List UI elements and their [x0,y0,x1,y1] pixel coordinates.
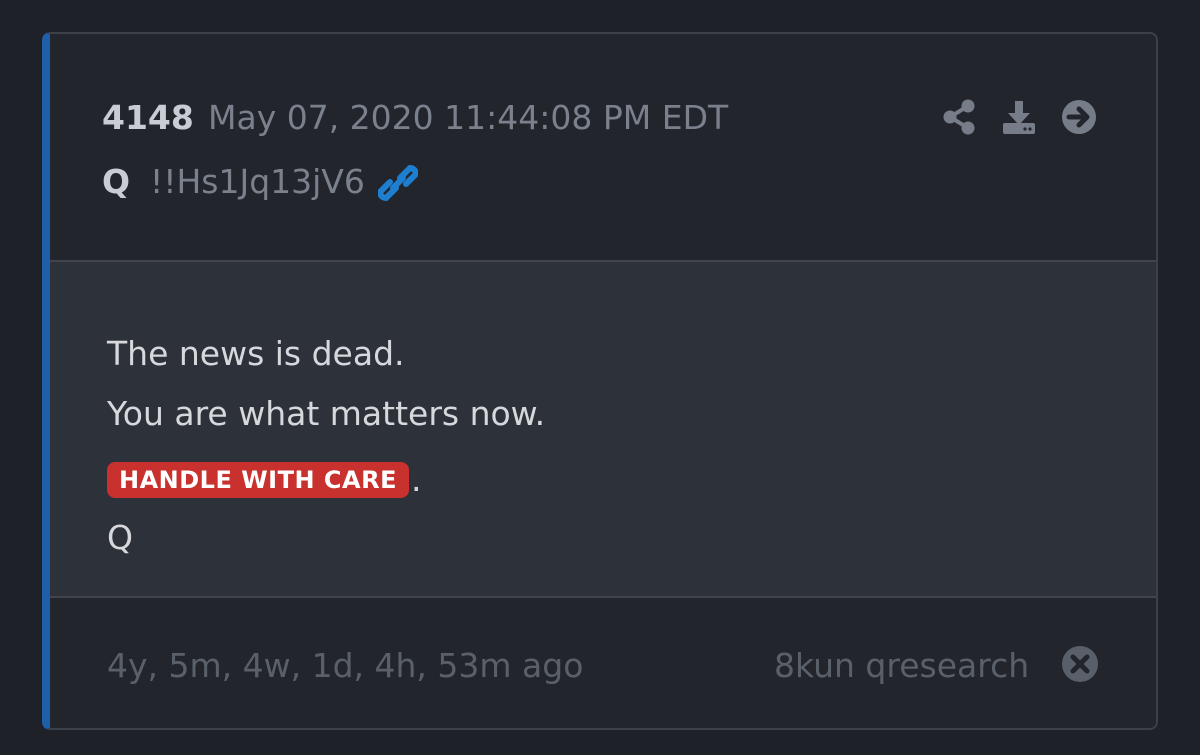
close-circle-icon[interactable] [1060,644,1100,684]
post-card: 4148 May 07, 2020 11:44:08 PM EDT Q !!Hs… [42,32,1158,730]
highlight-tag: HANDLE WITH CARE [107,461,409,498]
post-age: 4y, 5m, 4w, 1d, 4h, 53m ago [107,646,584,685]
post-header: 4148 May 07, 2020 11:44:08 PM EDT Q !!Hs… [50,34,1156,262]
tag-suffix: . [411,460,422,499]
post-text-line: You are what matters now. [107,394,546,433]
post-number[interactable]: 4148 [102,98,194,137]
post-footer: 4y, 5m, 4w, 1d, 4h, 53m ago 8kun qresear… [50,598,1156,728]
post-tag-line: HANDLE WITH CARE . [107,460,422,499]
download-icon[interactable] [1000,98,1038,136]
post-text-line: The news is dead. [107,334,405,373]
link-icon[interactable] [378,164,418,202]
post-actions [940,98,1098,136]
post-body: The news is dead. You are what matters n… [50,262,1156,598]
post-signature: Q [107,518,133,557]
share-icon[interactable] [940,98,978,136]
post-source[interactable]: 8kun qresearch [774,646,1029,685]
tripcode: !!Hs1Jq13jV6 [150,162,365,201]
post-date: May 07, 2020 11:44:08 PM EDT [208,98,729,137]
arrow-right-circle-icon[interactable] [1060,98,1098,136]
author-name: Q [102,162,131,201]
